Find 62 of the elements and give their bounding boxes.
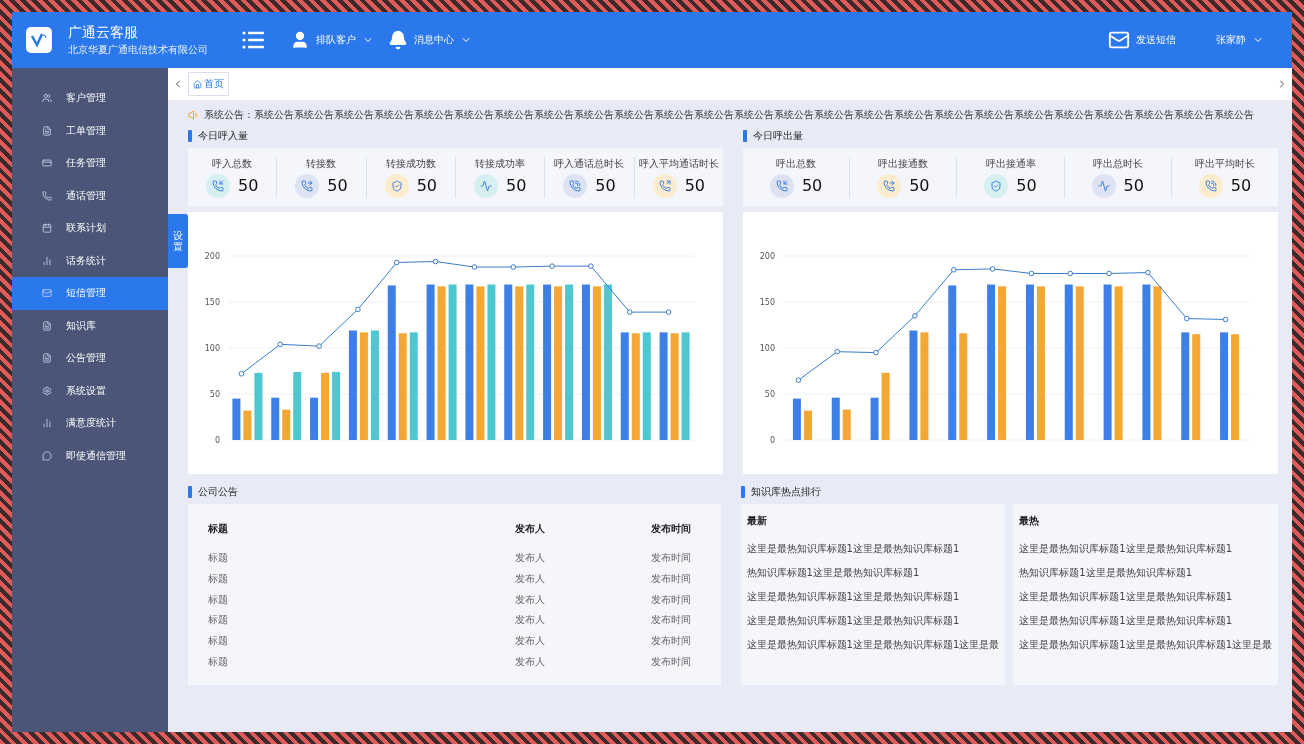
- axis-label: 150: [204, 298, 220, 307]
- column-header: 标题: [208, 522, 229, 536]
- table-cell-text: 发布时间: [650, 551, 692, 566]
- axis-label: 100: [204, 344, 220, 353]
- table-cell-text: 标题: [208, 572, 229, 587]
- stat-value: 50: [909, 176, 930, 195]
- logo-text: 广通云客服: [68, 23, 139, 42]
- section-title: 今日呼入量: [198, 129, 248, 143]
- table-cell-text: 发布人: [514, 551, 546, 566]
- stat-label: 呼出总时长: [1092, 156, 1143, 171]
- notice-text: 系统公告：系统公告系统公告系统公告系统公告系统公告系统公告系统公告系统公告系统公告系统公告系统公告系统公告系统公告系统公告系统公告系统公告系统公告系统公告系统公告系统公告系统公告系统公告系统公告系统公告系统公告: [204, 109, 1254, 121]
- stat-label: 转接成功数: [385, 156, 436, 171]
- stat-label: 呼出总数: [776, 156, 817, 171]
- axis-label: 200: [759, 252, 775, 261]
- panel-title: 最新: [746, 514, 768, 528]
- stat-value: 50: [1016, 176, 1037, 195]
- axis-label: 100: [759, 344, 775, 353]
- stat-value: 50: [505, 176, 527, 195]
- stat-label: 转接成功率: [475, 156, 526, 171]
- stat-value: 50: [1230, 176, 1252, 195]
- table-cell-text: 发布时间: [650, 654, 692, 669]
- table-cell-text: 发布人: [514, 634, 546, 649]
- axis-label: 50: [764, 390, 775, 399]
- stat-value: 50: [327, 176, 348, 195]
- table-cell-text: 标题: [208, 551, 229, 566]
- table-cell-text: 标题: [208, 634, 229, 649]
- stat-label: 呼出平均时长: [1194, 156, 1255, 171]
- stat-label: 呼出接通率: [985, 156, 1036, 171]
- stat-label: 呼出接通数: [878, 156, 929, 171]
- stat-value: 50: [416, 176, 437, 195]
- axis-label: 50: [209, 390, 220, 399]
- table-cell-text: 发布时间: [650, 592, 692, 607]
- column-header: 发布时间: [650, 522, 692, 536]
- stat-label: 呼入总数: [212, 156, 253, 171]
- table-cell-text: 发布人: [514, 613, 546, 628]
- stat-value: 50: [1123, 176, 1144, 195]
- table-cell-text: 发布时间: [650, 613, 692, 628]
- stat-value: 50: [238, 176, 259, 195]
- stat-label: 呼入平均通话时长: [638, 156, 719, 171]
- table-cell-text: 发布人: [514, 654, 546, 669]
- section-title: 公司公告: [198, 485, 238, 499]
- stat-value: 50: [801, 176, 823, 195]
- section-title: 今日呼出量: [753, 129, 803, 143]
- axis-label: 0: [214, 436, 220, 445]
- axis-label: 200: [204, 252, 220, 261]
- stat-label: 转接数: [306, 156, 337, 171]
- stat-label: 呼入通话总时长: [554, 156, 625, 171]
- logo-subtitle: 北京华夏广通电信技术有限公司: [68, 42, 208, 57]
- table-cell-text: 标题: [208, 654, 229, 669]
- table-cell-text: 发布人: [514, 592, 546, 607]
- axis-label: 0: [769, 436, 775, 445]
- panel-title: 最热: [1019, 514, 1041, 528]
- stat-value: 50: [595, 176, 616, 195]
- column-header: 发布人: [514, 522, 546, 536]
- section-title: 知识库热点排行: [750, 485, 821, 499]
- table-cell-text: 发布人: [514, 572, 546, 587]
- table-cell-text: 发布时间: [650, 572, 692, 587]
- table-cell-text: 标题: [208, 592, 229, 607]
- stat-value: 50: [684, 176, 705, 195]
- table-cell-text: 发布时间: [650, 634, 692, 649]
- axis-label: 150: [759, 298, 775, 307]
- table-cell-text: 标题: [208, 613, 229, 628]
